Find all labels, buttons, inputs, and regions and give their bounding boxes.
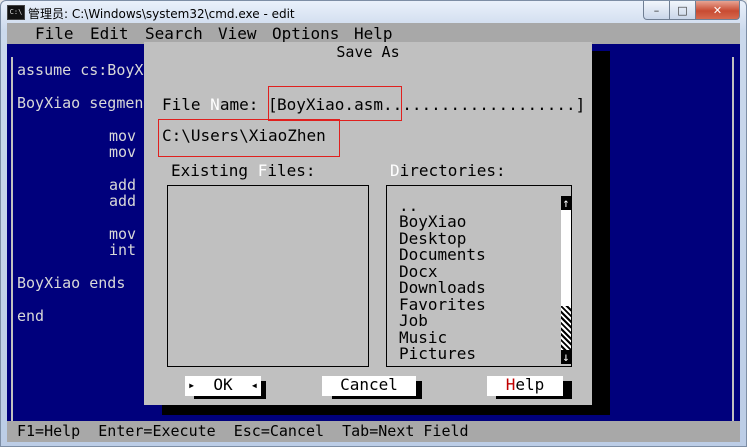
scroll-up-icon[interactable]: ↑ — [561, 196, 571, 210]
help-button[interactable]: Help — [487, 376, 563, 396]
ok-button-label: OK — [213, 375, 233, 394]
help-button-label: Help — [505, 375, 545, 394]
code-line: add — [109, 192, 137, 210]
file-name-label: File Name: [ — [162, 95, 278, 114]
highlight-box — [158, 119, 340, 157]
list-item[interactable]: Documents — [399, 247, 486, 263]
cancel-button-label: Cancel — [340, 375, 398, 394]
directories-list[interactable]: .. BoyXiao Desktop Documents Docx Downlo… — [386, 185, 572, 367]
menu-edit[interactable]: Edit — [90, 23, 129, 44]
highlight-box — [268, 86, 402, 121]
existing-files-label: Existing Files: — [171, 161, 316, 180]
menu-bar: File Edit Search View Options Help — [7, 23, 740, 44]
menu-file[interactable]: File — [35, 23, 74, 44]
menu-view[interactable]: View — [218, 23, 257, 44]
dialog-title: Save As — [144, 42, 592, 62]
code-line: int — [109, 241, 137, 259]
code-line: assume cs:BoyX — [17, 61, 144, 79]
menu-help[interactable]: Help — [354, 23, 393, 44]
directories-label: Directories: — [390, 161, 506, 180]
focus-right-icon: ◂ — [250, 378, 258, 392]
code-line: BoyXiao ends — [17, 274, 126, 292]
dialog-shadow — [162, 405, 610, 415]
status-bar: F1=Help Enter=Execute Esc=Cancel Tab=Nex… — [7, 421, 740, 442]
title-bar[interactable]: C:\ 管理员: C:\Windows\system32\cmd.exe - e… — [1, 1, 746, 23]
directories-scrollbar[interactable]: ↑ ↓ — [561, 196, 571, 364]
menu-options[interactable]: Options — [272, 23, 339, 44]
list-item[interactable]: BoyXiao — [399, 214, 466, 230]
window-title: 管理员: C:\Windows\system32\cmd.exe - edit — [28, 7, 295, 21]
menu-search[interactable]: Search — [145, 23, 203, 44]
list-item[interactable]: Downloads — [399, 280, 486, 296]
minimize-button[interactable]: – — [643, 1, 670, 20]
status-text: F1=Help Enter=Execute Esc=Cancel Tab=Nex… — [17, 422, 469, 440]
code-line: BoyXiao segmen — [17, 94, 144, 112]
console-area: File Edit Search View Options Help assum… — [7, 23, 740, 442]
window-controls: – □ ✕ — [643, 1, 740, 20]
save-as-dialog: Save As File Name: [ BoyXiao.asm........… — [144, 42, 592, 405]
cmd-icon: C:\ — [7, 5, 25, 20]
cancel-button[interactable]: Cancel — [322, 376, 416, 396]
dialog-shadow — [592, 51, 610, 414]
list-item[interactable]: Pictures — [399, 346, 476, 362]
maximize-button[interactable]: □ — [670, 1, 696, 20]
list-item[interactable]: Job — [399, 313, 428, 329]
scroll-down-icon[interactable]: ↓ — [561, 350, 571, 364]
close-button[interactable]: ✕ — [696, 1, 740, 20]
code-line: mov — [109, 143, 137, 161]
code-line: end — [17, 307, 45, 325]
ok-button[interactable]: ▸ OK ◂ — [185, 376, 261, 396]
existing-files-list[interactable] — [167, 185, 369, 367]
focus-left-icon: ▸ — [188, 378, 196, 392]
console-window: C:\ 管理员: C:\Windows\system32\cmd.exe - e… — [0, 0, 747, 447]
